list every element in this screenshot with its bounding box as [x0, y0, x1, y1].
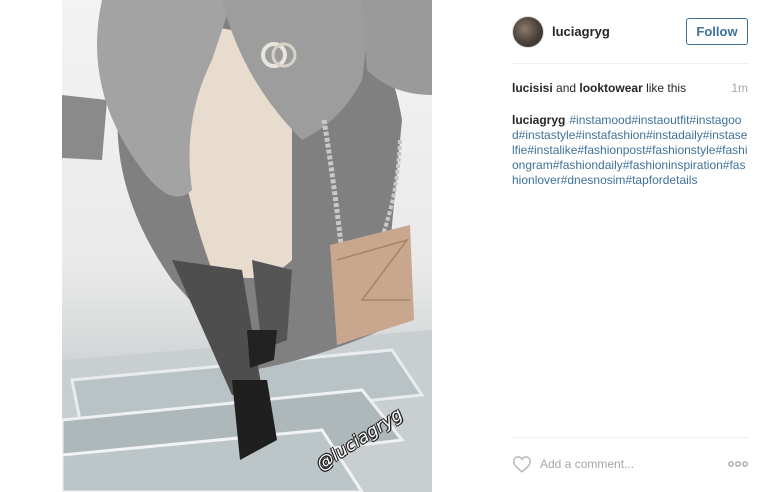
header-divider — [512, 63, 748, 64]
likes-suffix: like this — [642, 81, 687, 95]
caption-author-link[interactable]: luciagryg — [512, 113, 565, 127]
footer-divider — [512, 437, 748, 438]
likes-summary: lucisisi and looktowear like this 1m — [512, 81, 748, 97]
more-options-icon[interactable] — [728, 459, 748, 469]
username-link[interactable]: luciagryg — [552, 24, 610, 39]
likes-connector: and — [552, 81, 580, 95]
post-header: luciagryg Follow — [512, 15, 748, 49]
post-timestamp[interactable]: 1m — [731, 81, 748, 95]
comment-input[interactable] — [540, 456, 720, 472]
post-photo[interactable]: @luciagryg — [62, 0, 432, 492]
avatar[interactable] — [512, 16, 544, 48]
follow-button[interactable]: Follow — [686, 18, 748, 45]
heart-icon[interactable] — [512, 455, 532, 473]
liker-link[interactable]: looktowear — [579, 81, 642, 95]
post-footer — [512, 450, 748, 478]
post-caption: luciagryg #instamood#instaoutfit#instagoo… — [512, 113, 748, 188]
liker-link[interactable]: lucisisi — [512, 81, 553, 95]
